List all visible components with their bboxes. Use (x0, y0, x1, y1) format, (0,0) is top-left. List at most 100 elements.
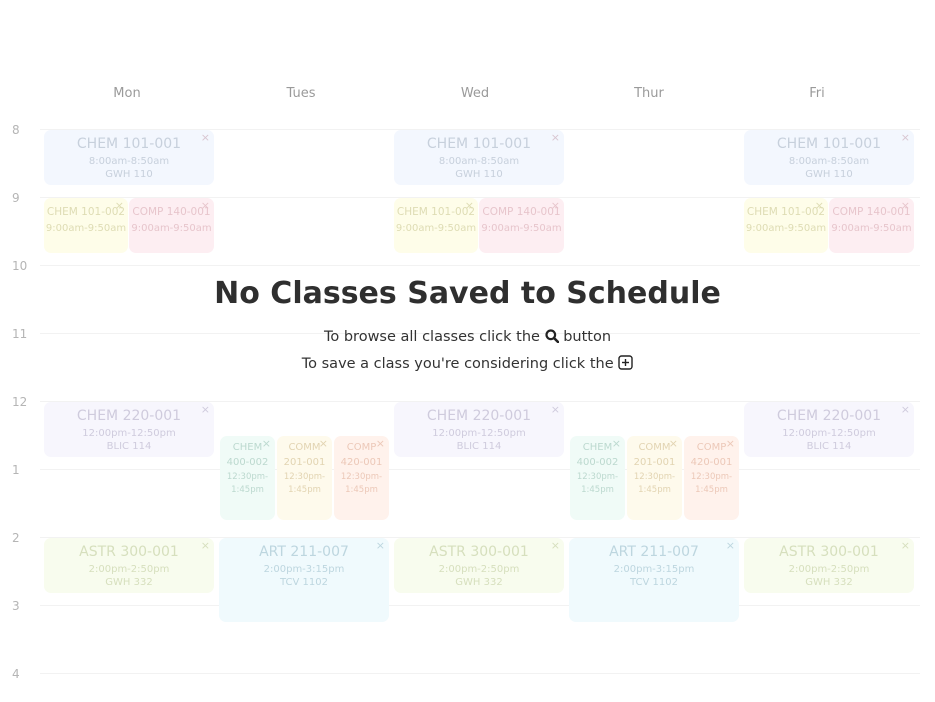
class-name: ASTR 300-001 (429, 544, 529, 560)
class-room: GWH 110 (105, 169, 153, 180)
day-header-tues: Tues (286, 86, 316, 101)
class-block-astr-300-001-mon[interactable]: × ASTR 300-001 2:00pm-2:50pm GWH 332 (44, 538, 214, 593)
class-block-chem-101-002-fri[interactable]: × CHEM 101-002 9:00am-9:50am (744, 198, 828, 253)
class-room: BLIC 114 (106, 441, 152, 452)
browse-instruction-suffix: button (563, 329, 612, 345)
class-block-art-211-007-thur[interactable]: × ART 211-007 2:00pm-3:15pm TCV 1102 (569, 538, 739, 622)
remove-class-icon[interactable]: × (319, 438, 328, 449)
empty-state-browse-line: To browse all classes click the button (0, 329, 935, 347)
remove-class-icon[interactable]: × (551, 540, 560, 551)
class-room: BLIC 114 (456, 441, 502, 452)
class-time: 12:00pm-12:50pm (432, 428, 526, 439)
class-block-comp-140-001-mon[interactable]: × COMP 140-001 9:00am-9:50am (129, 198, 214, 253)
class-block-art-211-007-tues[interactable]: × ART 211-007 2:00pm-3:15pm TCV 1102 (219, 538, 389, 622)
class-block-chem-220-001-mon[interactable]: × CHEM 220-001 12:00pm-12:50pm BLIC 114 (44, 402, 214, 457)
remove-class-icon[interactable]: × (551, 200, 560, 211)
remove-class-icon[interactable]: × (551, 132, 560, 143)
class-room: BLIC 114 (806, 441, 852, 452)
remove-class-icon[interactable]: × (262, 438, 271, 449)
class-block-comp-140-001-fri[interactable]: × COMP 140-001 9:00am-9:50am (829, 198, 914, 253)
empty-state-title: No Classes Saved to Schedule (214, 276, 721, 311)
class-time: 12:30pm-1:45pm (690, 472, 733, 495)
remove-class-icon[interactable]: × (376, 540, 385, 551)
remove-class-icon[interactable]: × (201, 200, 210, 211)
class-time: 12:00pm-12:50pm (82, 428, 176, 439)
remove-class-icon[interactable]: × (612, 438, 621, 449)
hour-label: 4 (12, 667, 20, 681)
class-block-chem-400-002-tues[interactable]: × CHEM 400-002 12:30pm-1:45pm (220, 436, 275, 520)
class-time: 2:00pm-2:50pm (88, 564, 170, 575)
class-time: 12:00pm-12:50pm (782, 428, 876, 439)
class-block-astr-300-001-fri[interactable]: × ASTR 300-001 2:00pm-2:50pm GWH 332 (744, 538, 914, 593)
empty-state-save-line: To save a class you're considering click… (0, 355, 935, 374)
remove-class-icon[interactable]: × (901, 132, 910, 143)
class-block-chem-400-002-thur[interactable]: × CHEM 400-002 12:30pm-1:45pm (570, 436, 625, 520)
class-name: CHEM 220-001 (426, 408, 532, 424)
grid-line (40, 673, 920, 674)
browse-instruction-text: To browse all classes click the (323, 329, 540, 345)
class-room: TCV 1102 (280, 577, 328, 588)
class-block-comp-140-001-wed[interactable]: × COMP 140-001 9:00am-9:50am (479, 198, 564, 253)
class-block-chem-101-001-fri[interactable]: × CHEM 101-001 8:00am-8:50am GWH 110 (744, 130, 914, 185)
class-block-comp-420-001-tues[interactable]: × COMP 420-001 12:30pm-1:45pm (334, 436, 389, 520)
class-time: 2:00pm-3:15pm (263, 564, 345, 575)
class-block-astr-300-001-wed[interactable]: × ASTR 300-001 2:00pm-2:50pm GWH 332 (394, 538, 564, 593)
class-name: ART 211-007 (609, 544, 699, 560)
class-block-chem-101-001-wed[interactable]: × CHEM 101-001 8:00am-8:50am GWH 110 (394, 130, 564, 185)
remove-class-icon[interactable]: × (376, 438, 385, 449)
hour-label: 10 (12, 259, 28, 273)
class-block-chem-101-002-wed[interactable]: × CHEM 101-002 9:00am-9:50am (394, 198, 478, 253)
class-room: GWH 332 (105, 577, 153, 588)
remove-class-icon[interactable]: × (726, 540, 735, 551)
class-room: GWH 110 (805, 169, 853, 180)
class-time: 8:00am-8:50am (788, 156, 870, 167)
class-time: 12:30pm-1:45pm (283, 472, 326, 495)
plus-square-icon[interactable] (618, 355, 633, 374)
class-name: ART 211-007 (259, 544, 349, 560)
class-block-chem-101-002-mon[interactable]: × CHEM 101-002 9:00am-9:50am (44, 198, 128, 253)
class-room: TCV 1102 (630, 577, 678, 588)
remove-class-icon[interactable]: × (669, 438, 678, 449)
remove-class-icon[interactable]: × (201, 404, 210, 415)
class-block-chem-220-001-wed[interactable]: × CHEM 220-001 12:00pm-12:50pm BLIC 114 (394, 402, 564, 457)
remove-class-icon[interactable]: × (901, 404, 910, 415)
class-time: 2:00pm-2:50pm (788, 564, 870, 575)
class-time: 9:00am-9:50am (131, 223, 212, 234)
class-time: 9:00am-9:50am (831, 223, 912, 234)
class-name: ASTR 300-001 (79, 544, 179, 560)
class-time: 12:30pm-1:45pm (576, 472, 619, 495)
hour-label: 9 (12, 191, 20, 205)
class-name: CHEM 101-001 (776, 136, 882, 152)
remove-class-icon[interactable]: × (201, 540, 210, 551)
class-name: CHEM 101-001 (76, 136, 182, 152)
day-header-fri: Fri (809, 86, 825, 101)
class-block-comm-201-001-tues[interactable]: × COMM 201-001 12:30pm-1:45pm (277, 436, 332, 520)
class-name: CHEM 101-001 (426, 136, 532, 152)
class-block-comp-420-001-thur[interactable]: × COMP 420-001 12:30pm-1:45pm (684, 436, 739, 520)
remove-class-icon[interactable]: × (201, 132, 210, 143)
day-header-wed: Wed (460, 86, 490, 101)
class-time: 2:00pm-3:15pm (613, 564, 695, 575)
grid-line (40, 265, 920, 266)
class-room: GWH 332 (805, 577, 853, 588)
class-block-chem-101-001-mon[interactable]: × CHEM 101-001 8:00am-8:50am GWH 110 (44, 130, 214, 185)
class-room: GWH 110 (455, 169, 503, 180)
save-instruction-text: To save a class you're considering click… (301, 356, 614, 372)
remove-class-icon[interactable]: × (901, 200, 910, 211)
class-name: ASTR 300-001 (779, 544, 879, 560)
class-time: 12:30pm-1:45pm (226, 472, 269, 495)
class-time: 12:30pm-1:45pm (340, 472, 383, 495)
class-time: 9:00am-9:50am (481, 223, 562, 234)
remove-class-icon[interactable]: × (551, 404, 560, 415)
class-block-comm-201-001-thur[interactable]: × COMM 201-001 12:30pm-1:45pm (627, 436, 682, 520)
remove-class-icon[interactable]: × (815, 200, 824, 211)
remove-class-icon[interactable]: × (726, 438, 735, 449)
remove-class-icon[interactable]: × (901, 540, 910, 551)
class-block-chem-220-001-fri[interactable]: × CHEM 220-001 12:00pm-12:50pm BLIC 114 (744, 402, 914, 457)
hour-label: 3 (12, 599, 20, 613)
search-icon[interactable] (544, 329, 559, 347)
remove-class-icon[interactable]: × (115, 200, 124, 211)
remove-class-icon[interactable]: × (465, 200, 474, 211)
grid-line (40, 469, 920, 470)
class-time: 9:00am-9:50am (745, 223, 827, 234)
